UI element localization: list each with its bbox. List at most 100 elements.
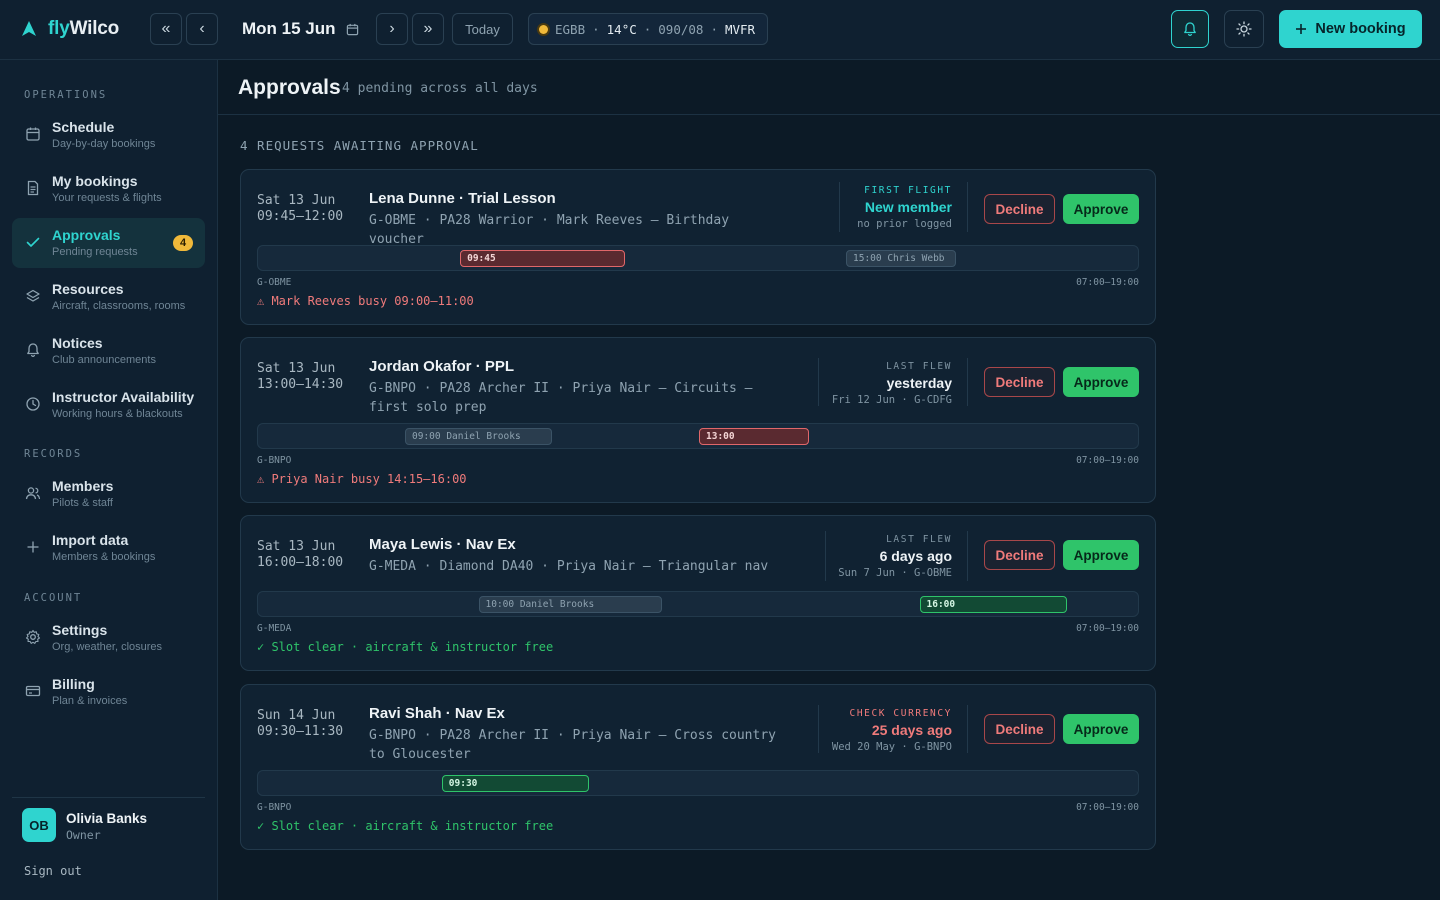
history-value: 6 days ago [879, 548, 952, 564]
previous-week-button[interactable]: « [150, 13, 182, 45]
request-date: Sat 13 Jun [257, 539, 336, 554]
requested-slot-block[interactable]: 09:30 [441, 775, 589, 792]
sidebar-item-schedule[interactable]: Schedule Day-by-day bookings [12, 110, 205, 160]
aircraft-day-timeline: 09:45 15:00 Chris Webb [257, 245, 1139, 271]
plus-icon [1296, 24, 1307, 34]
next-day-button[interactable]: › [376, 13, 408, 45]
sidebar: OPERATIONS Schedule Day-by-day bookings … [0, 60, 218, 900]
request-datetime: Sun 14 Jun 09:30–11:30 [257, 708, 343, 740]
sidebar-item-import-data[interactable]: Import data Members & bookings [12, 523, 205, 573]
calendar-icon [346, 23, 358, 35]
approve-button[interactable]: Approve [1063, 194, 1139, 224]
divider [825, 531, 826, 581]
document-icon [24, 179, 42, 197]
divider [839, 182, 840, 232]
current-date[interactable]: Mon 15 Jun [242, 19, 359, 39]
sidebar-item-settings[interactable]: Settings Org, weather, closures [12, 613, 205, 663]
sidebar-item-subtitle: Club announcements [52, 354, 156, 366]
approvals-count-badge: 4 [173, 235, 193, 251]
calendar-icon [24, 125, 42, 143]
app-logo[interactable]: flyWilco [20, 18, 119, 40]
avatar[interactable]: OB [22, 808, 56, 842]
divider [967, 531, 968, 581]
section-label-records: RECORDS [24, 448, 83, 460]
existing-booking-block[interactable]: 09:00 Daniel Brooks [405, 428, 552, 445]
timeline-hours: 07:00–19:00 [1076, 623, 1139, 634]
approval-request-card: Sun 14 Jun 09:30–11:30 Ravi Shah · Nav E… [240, 684, 1156, 850]
divider [12, 797, 205, 798]
request-date: Sat 13 Jun [257, 361, 336, 376]
existing-booking-block[interactable]: 10:00 Daniel Brooks [478, 596, 663, 613]
sidebar-item-my-bookings[interactable]: My bookings Your requests & flights [12, 164, 205, 214]
new-booking-button[interactable]: New booking [1279, 10, 1422, 48]
next-week-button[interactable]: » [412, 13, 444, 45]
sidebar-item-title: Resources [52, 281, 124, 297]
user-name: Olivia Banks [66, 811, 148, 826]
section-label-account: ACCOUNT [24, 592, 83, 604]
timeline-hours: 07:00–19:00 [1076, 455, 1139, 466]
page-title: Approvals [238, 76, 341, 99]
card-icon [24, 682, 42, 700]
weather-wind: 090/08 [658, 21, 704, 37]
request-details: G-BNPO · PA28 Archer II · Priya Nair — C… [369, 728, 776, 762]
sidebar-item-instructor-availability[interactable]: Instructor Availability Working hours & … [12, 380, 205, 430]
bell-icon [1184, 22, 1196, 37]
weather-temp: 14°C [606, 21, 637, 37]
logo-plane-icon [22, 21, 36, 36]
weather-category: MVFR [724, 21, 756, 37]
approve-button[interactable]: Approve [1063, 714, 1139, 744]
history-detail: Fri 12 Jun · G-CDFG [831, 394, 952, 406]
request-member: Ravi Shah · Nav Ex [369, 705, 505, 722]
history-detail: no prior logged [857, 218, 952, 230]
divider [818, 705, 819, 753]
sidebar-item-members[interactable]: Members Pilots & staff [12, 469, 205, 519]
requested-slot-block[interactable]: 09:45 [460, 250, 626, 267]
requested-slot-block[interactable]: 13:00 [699, 428, 810, 445]
check-icon [24, 233, 42, 251]
sidebar-item-title: Billing [52, 676, 95, 692]
user-role: Owner [66, 828, 101, 842]
sidebar-item-title: Instructor Availability [52, 389, 195, 405]
notifications-button[interactable] [1171, 10, 1209, 48]
sidebar-item-subtitle: Members & bookings [52, 551, 156, 563]
existing-booking-block[interactable]: 15:00 Chris Webb [846, 250, 957, 267]
today-button[interactable]: Today [452, 13, 513, 45]
decline-button[interactable]: Decline [984, 714, 1055, 744]
decline-button[interactable]: Decline [984, 367, 1055, 397]
timeline-hours: 07:00–19:00 [1076, 802, 1139, 813]
sidebar-item-subtitle: Your requests & flights [52, 192, 162, 204]
request-date: Sun 14 Jun [257, 708, 336, 723]
history-value: 25 days ago [871, 722, 952, 738]
timeline-aircraft-reg: G-BNPO [257, 455, 292, 466]
decline-button[interactable]: Decline [984, 540, 1055, 570]
history-detail: Sun 7 Jun · G-OBME [838, 567, 952, 579]
sidebar-item-approvals[interactable]: Approvals Pending requests 4 [12, 218, 205, 268]
top-bar: flyWilco « ‹ Mon 15 Jun › » Today EGBB ·… [0, 0, 1440, 60]
approval-request-card: Sat 13 Jun 09:45–12:00 Lena Dunne · Tria… [240, 169, 1156, 325]
request-member: Jordan Okafor · PPL [369, 358, 515, 375]
sun-icon [1236, 21, 1252, 37]
member-history: FIRST FLIGHT New member no prior logged [857, 185, 952, 230]
users-icon [24, 484, 42, 502]
previous-day-button[interactable]: ‹ [186, 13, 218, 45]
request-time: 16:00–18:00 [257, 555, 344, 570]
approve-button[interactable]: Approve [1063, 540, 1139, 570]
sign-out-link[interactable]: Sign out [24, 864, 82, 878]
theme-toggle-button[interactable] [1224, 10, 1264, 48]
page-subtitle: 4 pending across all days [342, 81, 538, 96]
approve-button[interactable]: Approve [1063, 367, 1139, 397]
divider [967, 705, 968, 753]
sidebar-item-resources[interactable]: Resources Aircraft, classrooms, rooms [12, 272, 205, 322]
requested-slot-block[interactable]: 16:00 [919, 596, 1067, 613]
bell-icon [24, 341, 42, 359]
weather-widget[interactable]: EGBB · 14°C · 090/08 · MVFR [528, 13, 768, 45]
sidebar-item-notices[interactable]: Notices Club announcements [12, 326, 205, 376]
sidebar-item-billing[interactable]: Billing Plan & invoices [12, 667, 205, 717]
divider [818, 358, 819, 406]
decline-button[interactable]: Decline [984, 194, 1055, 224]
aircraft-day-timeline: 09:00 Daniel Brooks 13:00 [257, 423, 1139, 449]
history-value: yesterday [886, 375, 952, 391]
plus-icon [24, 538, 42, 556]
divider [967, 182, 968, 232]
request-member: Maya Lewis · Nav Ex [369, 536, 516, 553]
